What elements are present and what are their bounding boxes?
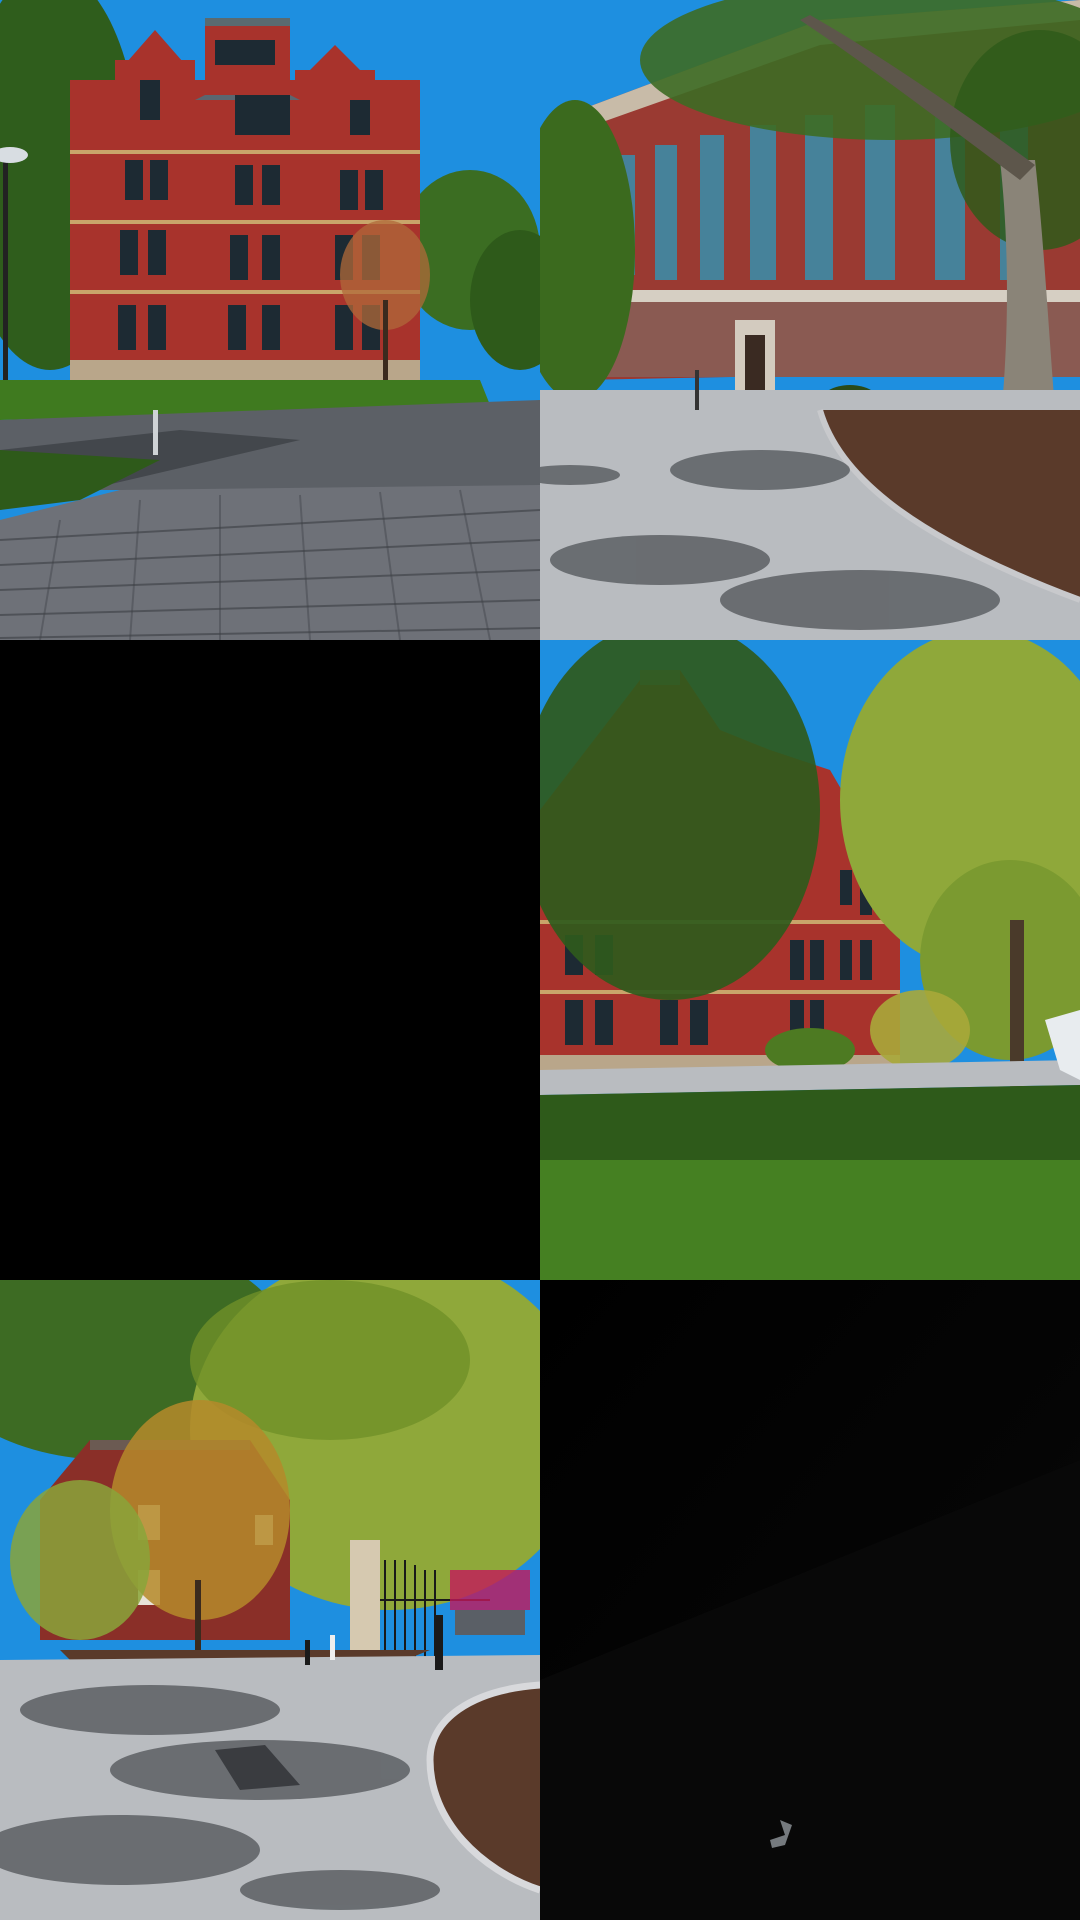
tile-brick-hall-trees-lawn bbox=[540, 640, 1080, 1280]
cobblestone-plaza bbox=[0, 485, 540, 640]
gate-courtyard-photo bbox=[0, 1280, 540, 1920]
bollard bbox=[435, 1615, 443, 1670]
photo-collage bbox=[0, 0, 1080, 1920]
tile-library-facade-tree bbox=[540, 0, 1080, 640]
tile-gate-courtyard-trees bbox=[0, 1280, 540, 1920]
lamp-post bbox=[3, 150, 8, 380]
ground-cover bbox=[540, 1085, 1080, 1160]
parked-car bbox=[455, 1610, 525, 1635]
library-facade-photo bbox=[540, 0, 1080, 640]
bollard bbox=[153, 410, 158, 455]
hall-lawn-photo bbox=[540, 640, 1080, 1280]
tile-dark-night-frame bbox=[540, 1280, 1080, 1920]
victorian-hall-photo bbox=[0, 0, 540, 640]
tile-black-blank bbox=[0, 640, 540, 1280]
magenta-building bbox=[450, 1570, 530, 1610]
black-frame bbox=[0, 640, 540, 1280]
gate-pillar bbox=[350, 1540, 380, 1650]
tile-victorian-brick-hall bbox=[0, 0, 540, 640]
dark-frame bbox=[540, 1280, 1080, 1920]
